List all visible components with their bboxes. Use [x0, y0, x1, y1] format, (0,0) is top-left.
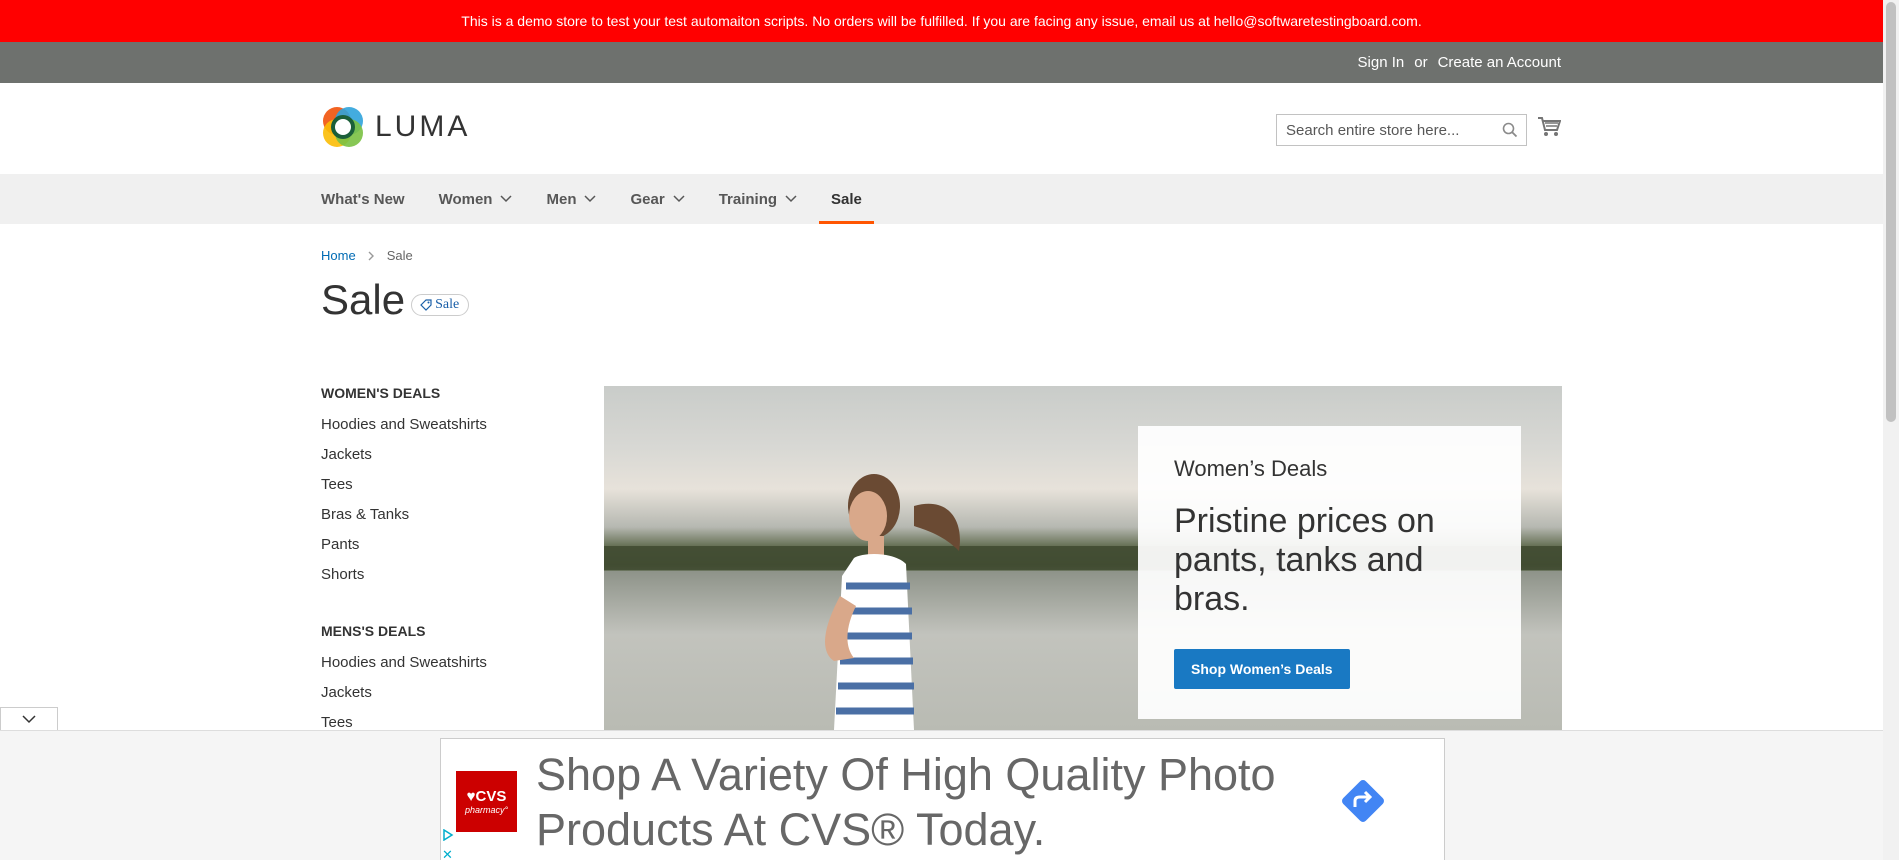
nav-item-whats-new[interactable]: What's New: [321, 174, 439, 224]
sidebar-link-mens-jackets[interactable]: Jackets: [321, 683, 571, 713]
chevron-down-icon: [584, 195, 597, 203]
or-separator: or: [1414, 54, 1428, 71]
top-panel: Sign In or Create an Account: [0, 42, 1883, 83]
chevron-right-icon: [368, 251, 374, 260]
hero-kicker: Women’s Deals: [1174, 456, 1328, 481]
womens-deals-list: Hoodies and Sweatshirts Jackets Tees Bra…: [321, 415, 571, 595]
create-account-link[interactable]: Create an Account: [1438, 54, 1561, 71]
search-icon[interactable]: [1502, 122, 1518, 138]
nav-label: Training: [718, 190, 778, 208]
hero-promo-card: Women’s Deals Pristine prices on pants, …: [1138, 426, 1521, 719]
breadcrumb-current: Sale: [386, 248, 413, 263]
mens-deals-title: MENS'S DEALS: [321, 623, 426, 639]
sale-tag-badge: Sale: [411, 294, 470, 316]
sidebar-link-womens-shorts[interactable]: Shorts: [321, 565, 571, 595]
cvs-logo-text: ♥CVS: [466, 788, 507, 805]
nav-item-women[interactable]: Women: [439, 174, 547, 224]
sidebar-link-womens-bras-tanks[interactable]: Bras & Tanks: [321, 505, 571, 535]
nav-item-sale[interactable]: Sale: [819, 174, 896, 224]
chevron-down-icon: [673, 195, 685, 203]
shop-womens-deals-button[interactable]: Shop Women’s Deals: [1174, 649, 1350, 689]
cvs-advertisement[interactable]: ♥CVS pharmacy° Shop A Variety Of High Qu…: [440, 738, 1445, 860]
demo-store-banner: This is a demo store to test your test a…: [0, 0, 1883, 42]
page-title-wrapper: Sale Sale: [321, 276, 470, 324]
deals-sidebar: WOMEN'S DEALS Hoodies and Sweatshirts Ja…: [321, 385, 571, 771]
nav-label: Men: [546, 190, 577, 208]
adchoices-icon[interactable]: [442, 829, 454, 841]
nav-item-gear[interactable]: Gear: [630, 174, 718, 224]
tag-icon: [420, 299, 432, 311]
page-title: Sale: [321, 276, 406, 323]
main-navigation: What's New Women Men Gear Training Sale: [0, 174, 1883, 224]
chevron-down-icon: [22, 715, 36, 724]
nav-item-men[interactable]: Men: [546, 174, 630, 224]
breadcrumb-home-link[interactable]: Home: [321, 248, 356, 263]
close-icon[interactable]: ✕: [442, 847, 453, 860]
luma-logo-icon: [323, 107, 363, 147]
sidebar-link-womens-pants[interactable]: Pants: [321, 535, 571, 565]
ad-collapse-toggle[interactable]: [0, 707, 58, 731]
chevron-down-icon: [500, 195, 513, 203]
cvs-logo: ♥CVS pharmacy°: [456, 771, 517, 832]
search-box: [1276, 114, 1527, 146]
ad-headline: Shop A Variety Of High Quality Photo Pro…: [536, 749, 1276, 855]
advertisement-bar: ♥CVS pharmacy° Shop A Variety Of High Qu…: [0, 730, 1883, 860]
chevron-down-icon: [785, 195, 797, 203]
page-scrollbar[interactable]: [1883, 0, 1899, 860]
nav-item-training[interactable]: Training: [719, 174, 831, 224]
scrollbar-thumb[interactable]: [1886, 2, 1896, 422]
account-links: Sign In or Create an Account: [1358, 42, 1561, 83]
nav-label: Sale: [831, 190, 862, 208]
womens-deals-title: WOMEN'S DEALS: [321, 385, 441, 401]
site-header: LUMA: [0, 83, 1883, 174]
breadcrumb: Home Sale: [321, 248, 413, 263]
sidebar-link-womens-hoodies[interactable]: Hoodies and Sweatshirts: [321, 415, 571, 445]
cvs-logo-subtext: pharmacy°: [464, 805, 509, 815]
demo-banner-text: This is a demo store to test your test a…: [461, 13, 1422, 29]
directions-arrow-icon[interactable]: [1339, 777, 1387, 825]
search-input[interactable]: [1277, 115, 1526, 145]
nav-label: What's New: [321, 190, 405, 208]
logo-text: LUMA: [375, 110, 471, 143]
womens-deals-banner[interactable]: Women’s Deals Pristine prices on pants, …: [604, 386, 1562, 730]
sign-in-link[interactable]: Sign In: [1358, 54, 1405, 71]
sale-tag-label: Sale: [435, 297, 460, 312]
nav-label: Gear: [630, 190, 665, 208]
sidebar-link-womens-jackets[interactable]: Jackets: [321, 445, 571, 475]
runner-image: [825, 474, 960, 730]
nav-label: Women: [438, 190, 493, 208]
logo[interactable]: LUMA: [321, 105, 470, 149]
sidebar-link-mens-hoodies[interactable]: Hoodies and Sweatshirts: [321, 653, 571, 683]
sidebar-link-womens-tees[interactable]: Tees: [321, 475, 571, 505]
cart-icon[interactable]: [1537, 116, 1561, 138]
hero-headline: Pristine prices on pants, tanks and bras…: [1174, 502, 1435, 618]
